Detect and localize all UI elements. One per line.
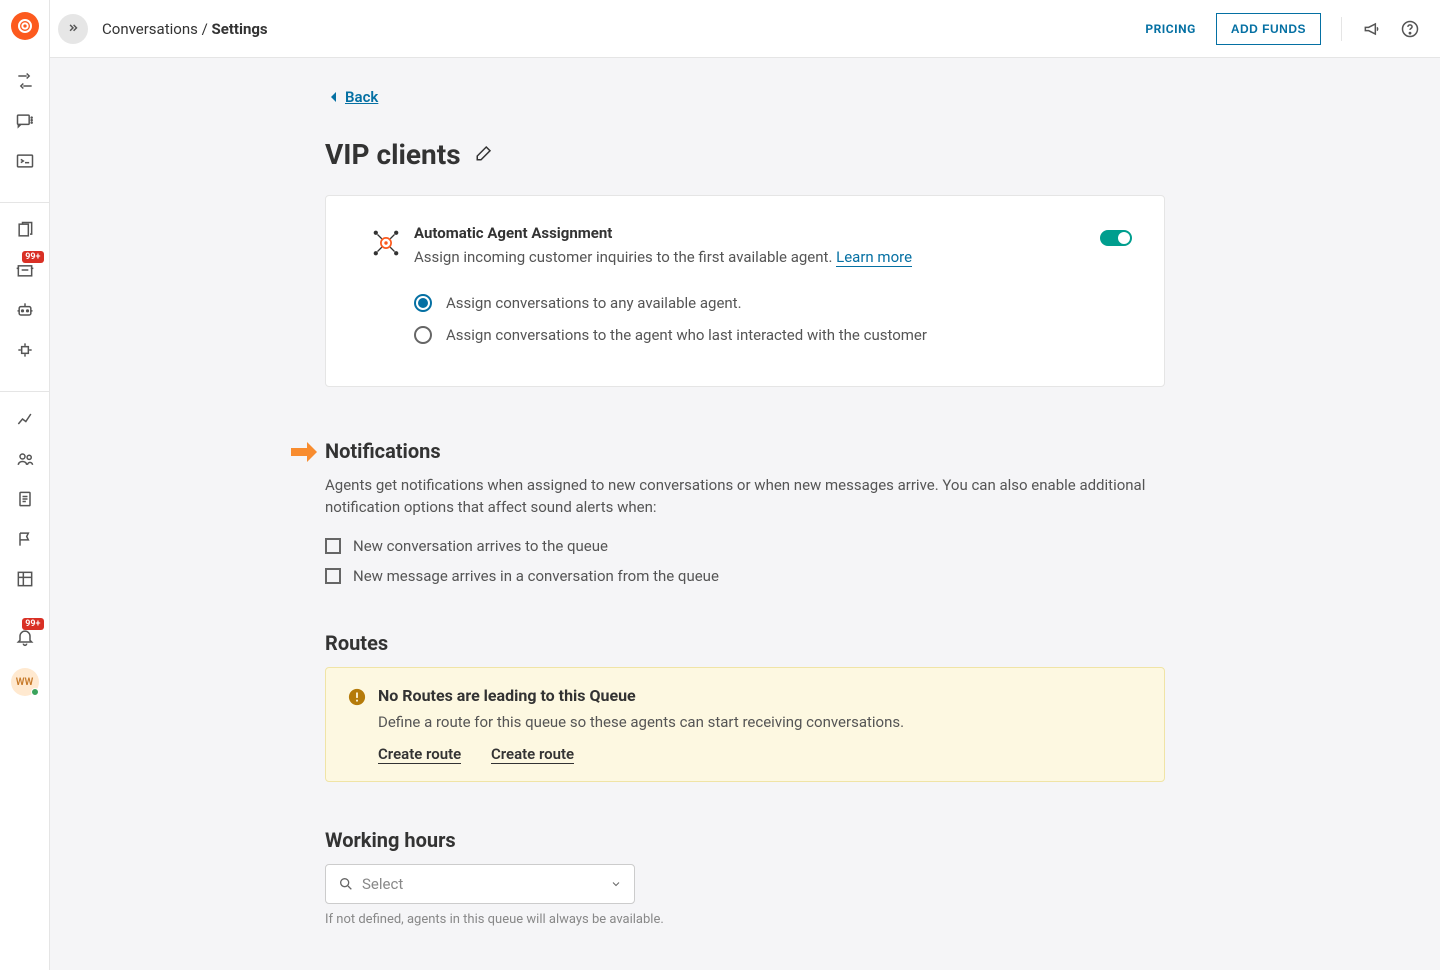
notifications-title: Notifications (325, 439, 1165, 463)
breadcrumb: Conversations / Settings (102, 20, 268, 38)
note-icon[interactable] (12, 486, 38, 512)
chat-icon[interactable] (12, 108, 38, 134)
radio-last-interacted[interactable]: Assign conversations to the agent who la… (414, 326, 1132, 344)
assignment-icon (369, 226, 403, 260)
working-hours-helper: If not defined, agents in this queue wil… (325, 912, 1165, 927)
share-icon[interactable] (12, 68, 38, 94)
add-funds-button[interactable]: ADD FUNDS (1216, 13, 1321, 45)
routes-section: Routes No Routes are leading to this Que… (325, 631, 1165, 782)
inbox-icon[interactable]: 99+ (12, 257, 38, 283)
chevron-left-icon (329, 91, 337, 103)
copy-icon[interactable] (12, 217, 38, 243)
search-icon (338, 876, 354, 892)
app-logo[interactable] (11, 12, 39, 40)
routes-warning: No Routes are leading to this Queue Defi… (325, 667, 1165, 782)
working-hours-select[interactable]: Select (325, 864, 635, 904)
back-label: Back (345, 88, 378, 106)
people-icon[interactable] (12, 446, 38, 472)
edit-title-button[interactable] (475, 144, 493, 166)
auto-assignment-title: Automatic Agent Assignment (414, 224, 1100, 242)
inbox-badge: 99+ (22, 251, 43, 263)
radio-any-available[interactable]: Assign conversations to any available ag… (414, 294, 1132, 312)
warning-icon (348, 688, 366, 706)
chevron-down-icon (610, 878, 622, 890)
notifications-desc: Agents get notifications when assigned t… (325, 475, 1165, 519)
checkbox-new-conversation[interactable]: New conversation arrives to the queue (325, 537, 1165, 555)
auto-assignment-desc: Assign incoming customer inquiries to th… (414, 248, 1100, 266)
pricing-link[interactable]: PRICING (1145, 22, 1195, 36)
breadcrumb-current: Settings (212, 20, 268, 38)
avatar[interactable]: WW (11, 668, 39, 696)
select-placeholder: Select (362, 875, 610, 893)
bot-icon[interactable] (12, 297, 38, 323)
notifications-section: Notifications Agents get notifications w… (325, 439, 1165, 585)
auto-assignment-toggle[interactable] (1100, 230, 1132, 246)
grid-icon[interactable] (12, 566, 38, 592)
flag-icon[interactable] (12, 526, 38, 552)
checkbox-new-message[interactable]: New message arrives in a conversation fr… (325, 567, 1165, 585)
page-title: VIP clients (325, 138, 461, 171)
breadcrumb-parent[interactable]: Conversations (102, 20, 198, 38)
bell-icon[interactable]: 99+ (12, 624, 38, 650)
learn-more-link[interactable]: Learn more (836, 248, 912, 267)
create-route-link-2[interactable]: Create route (491, 745, 574, 764)
bell-badge: 99+ (22, 618, 43, 630)
create-route-link-1[interactable]: Create route (378, 745, 461, 764)
warning-title: No Routes are leading to this Queue (378, 686, 904, 705)
help-icon[interactable] (1400, 19, 1420, 39)
expand-sidebar-button[interactable] (58, 14, 88, 44)
main-content: Back VIP clients (50, 58, 1440, 970)
auto-assignment-card: Automatic Agent Assignment Assign incomi… (325, 195, 1165, 387)
analytics-icon[interactable] (12, 406, 38, 432)
back-link[interactable]: Back (329, 88, 378, 110)
target-icon[interactable] (12, 337, 38, 363)
working-hours-section: Working hours Select If not defined, age… (325, 828, 1165, 927)
working-hours-title: Working hours (325, 828, 1165, 852)
sidebar: 99+ 99+ WW (0, 0, 50, 970)
presence-dot (31, 688, 39, 696)
topbar: Conversations / Settings PRICING ADD FUN… (50, 0, 1440, 58)
routes-title: Routes (325, 631, 1165, 655)
avatar-initials: WW (16, 677, 34, 688)
terminal-icon[interactable] (12, 148, 38, 174)
warning-desc: Define a route for this queue so these a… (378, 713, 904, 731)
arrow-annotation-icon (289, 441, 319, 463)
announcements-icon[interactable] (1362, 19, 1382, 39)
